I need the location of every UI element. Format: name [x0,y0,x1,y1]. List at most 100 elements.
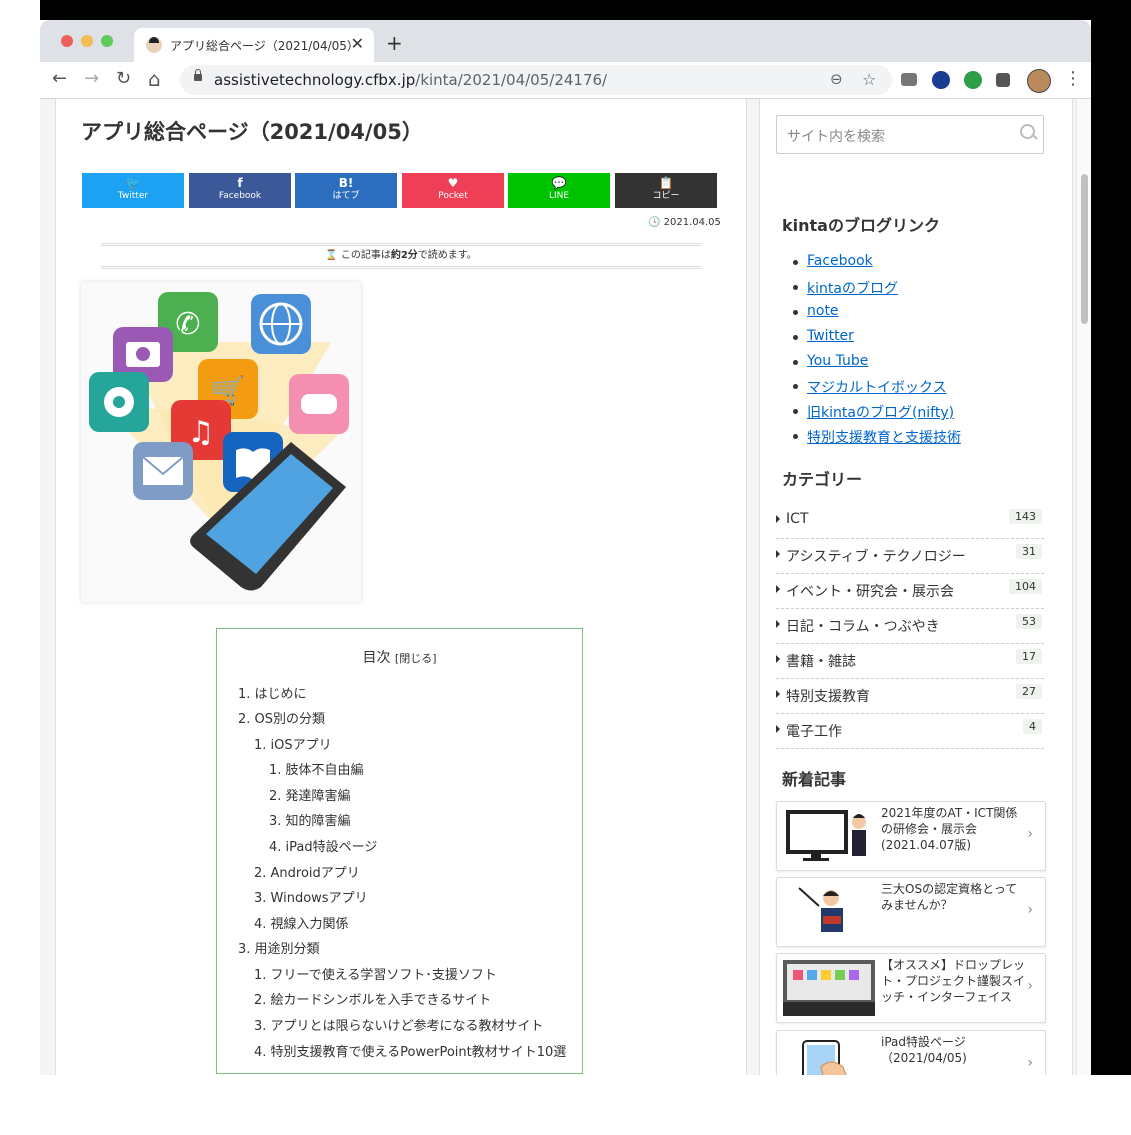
sidebar-link-youtube[interactable]: You Tube [807,353,868,369]
scrollbar-thumb[interactable] [1081,174,1088,324]
category-name: ICT [786,511,809,527]
close-window-button[interactable] [61,35,73,47]
toc-item[interactable]: 1. はじめに [238,683,307,702]
browser-toolbar: ← → ↻ ⌂ assistivetechnology.cfbx.jp/kint… [40,62,1091,99]
bullet-icon [793,360,798,365]
share-twitter-button[interactable]: 🐦 Twitter [82,173,184,208]
category-item-events[interactable]: イベント・研究会・展示会 104 [776,574,1044,609]
browser-tab[interactable]: アプリ総合ページ（2021/04/05） ✕ [134,28,374,62]
k-extension-icon[interactable] [932,71,950,89]
category-item-electronics[interactable]: 電子工作 4 [776,714,1044,749]
category-name: 日記・コラム・つぶやき [786,619,940,635]
toc-item[interactable]: 1. フリーで使える学習ソフト･支援ソフト [254,964,497,983]
url-path: /kinta/2021/04/05/24176/ [415,71,608,89]
back-icon[interactable]: ← [52,68,67,90]
share-facebook-button[interactable]: f Facebook [189,173,291,208]
maximize-window-button[interactable] [101,35,113,47]
category-name: 書籍・雑誌 [786,654,856,670]
home-icon[interactable]: ⌂ [148,68,161,90]
apps-smartphone-illustration: ✆ 🛒 ♫ [89,292,349,591]
read-time: ⌛ この記事は約2分で読めます。 [101,243,701,269]
recent-post-card[interactable]: iPad特設ページ（2021/04/05) › [776,1030,1046,1075]
sidebar-link-note[interactable]: note [807,303,839,319]
hatena-icon: B! [338,176,354,190]
ipad-touch-illustration [802,1040,847,1075]
address-bar[interactable]: assistivetechnology.cfbx.jp/kinta/2021/0… [180,65,892,95]
menu-icon[interactable]: ⋮ [1064,68,1082,90]
bullet-icon [793,434,798,439]
category-name: 特別支援教育 [786,689,870,705]
share-pocket-button[interactable]: ♥ Pocket [402,173,504,208]
toc-item[interactable]: 1. iOSアプリ [254,734,332,753]
desktop-background-right [1091,0,1131,1075]
category-count: 53 [1016,614,1042,629]
sidebar-link-old-blog[interactable]: 旧kintaのブログ(nifty) [807,402,954,422]
category-count: 4 [1023,719,1042,734]
sidebar-link-twitter[interactable]: Twitter [807,328,854,344]
share-copy-button[interactable]: 📋 コピー [615,173,717,208]
sidebar-link-facebook[interactable]: Facebook [807,253,873,269]
category-item-diary[interactable]: 日記・コラム・つぶやき 53 [776,609,1044,644]
category-item-special-education[interactable]: 特別支援教育 27 [776,679,1044,714]
caret-right-icon [776,550,780,558]
toc-item[interactable]: 1. 肢体不自由編 [269,759,364,778]
forward-icon[interactable]: → [84,68,99,90]
green-extension-icon[interactable] [964,71,982,89]
toc-item[interactable]: 4. iPad特設ページ [269,836,377,855]
share-label: Facebook [218,191,262,201]
toc-item[interactable]: 3. Windowsアプリ [254,887,368,906]
category-count: 27 [1016,684,1042,699]
category-item-ict[interactable]: ICT 143 [776,504,1044,539]
sidebar-link-kinta-blog[interactable]: kintaのブログ [807,278,898,298]
reload-icon[interactable]: ↻ [116,68,131,90]
zoom-icon[interactable]: ⊖ [830,70,843,88]
post-thumbnail [783,1037,875,1075]
category-name: イベント・研究会・展示会 [786,584,954,600]
toc-item[interactable]: 2. Androidアプリ [254,862,360,881]
share-line-button[interactable]: 💬 LINE [508,173,610,208]
category-item-books[interactable]: 書籍・雑誌 17 [776,644,1044,679]
browser-window: アプリ総合ページ（2021/04/05） ✕ + ← → ↻ ⌂ assisti… [40,20,1091,1075]
desktop-background [40,0,1131,20]
svg-text:♫: ♫ [188,415,215,450]
url-domain: assistivetechnology.cfbx.jp [214,71,416,89]
toc-item[interactable]: 2. 発達障害編 [269,785,351,804]
share-label: Twitter [117,191,149,201]
camera-icon[interactable] [901,73,917,86]
page-scrollbar[interactable] [1076,99,1091,1075]
toc-item[interactable]: 2. 絵カードシンボルを入手できるサイト [254,989,491,1008]
toc-item[interactable]: 3. 用途別分類 [238,938,320,957]
recent-post-card[interactable]: 三大OSの認定資格とってみませんか？ › [776,877,1046,947]
tab-title: アプリ総合ページ（2021/04/05） [170,39,359,53]
minimize-window-button[interactable] [81,35,93,47]
category-count: 104 [1009,579,1042,594]
table-of-contents: 目次 [閉じる] 1. はじめに 2. OS別の分類 1. iOSアプリ 1. … [216,628,583,1074]
toc-item[interactable]: 4. 特別支援教育で使えるPowerPoint教材サイト10選 [254,1041,566,1060]
toc-item[interactable]: 4. 視線入力関係 [254,913,349,932]
toc-item[interactable]: 2. OS別の分類 [238,708,325,727]
new-tab-button[interactable]: + [386,31,403,55]
teacher-illustration [798,887,843,932]
tab-bar: アプリ総合ページ（2021/04/05） ✕ + [40,20,1091,62]
toc-item[interactable]: 3. 知的障害編 [269,810,351,829]
toc-toggle-link[interactable]: [閉じる] [395,652,437,665]
search-icon[interactable] [1020,124,1035,139]
sidebar-link-special-support[interactable]: 特別支援教育と支援技術 [807,427,961,447]
share-label: はてブ [332,191,360,201]
toc-item[interactable]: 3. アプリとは限らないけど参考になる教材サイト [254,1015,544,1034]
share-label: コピー [652,191,680,201]
puzzle-icon[interactable] [996,73,1010,87]
sidebar-link-magical-toybox[interactable]: マジカルトイボックス [807,377,947,397]
recent-post-card[interactable]: 【オススメ】ドロップレット・プロジェクト謹製スイッチ・インターフェイス › [776,953,1046,1023]
recent-post-card[interactable]: 2021年度のAT・ICT関係の研修会・展示会(2021.04.07版) › [776,801,1046,871]
bullet-icon [793,409,798,414]
avatar[interactable] [1027,69,1051,93]
lock-icon [194,69,202,81]
caret-right-icon [776,585,780,593]
tab-close-icon[interactable]: ✕ [351,34,364,53]
bookmark-star-icon[interactable]: ☆ [862,70,876,89]
article-title: アプリ総合ページ（2021/04/05） [81,120,423,144]
site-search-input[interactable]: サイト内を検索 [776,115,1044,154]
category-item-assistive[interactable]: アシスティブ・テクノロジー 31 [776,539,1044,574]
share-hatena-button[interactable]: B! はてブ [295,173,397,208]
